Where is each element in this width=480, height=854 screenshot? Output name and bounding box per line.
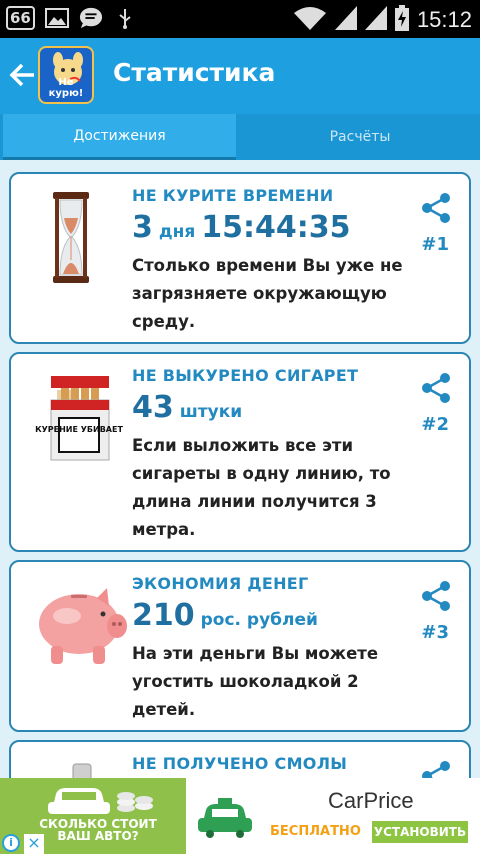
photo-icon [44,7,69,29]
piggy-bank-image [31,578,131,674]
tab-bar: Достижения Расчёты [0,114,480,160]
value-unit: штуки [179,402,243,422]
value-time: 15:44:35 [201,210,351,245]
cigarette-pack-image: КУРЕНИЕ УБИВАЕТ [31,370,131,466]
achievements-list[interactable]: НЕ КУРИТЕ ВРЕМЕНИ 3 дня 15:44:35 Столько в… [0,160,480,778]
ad-info-icon[interactable]: i [2,834,20,852]
card-value: 210 рос. рублей [132,598,324,633]
app-logo: Не курю! [38,46,94,104]
value-number: 210 [132,598,195,633]
rank-label: #1 [421,234,449,255]
card-value: 43 штуки [132,390,248,425]
signal-icon-2 [364,6,387,34]
message-icon [79,7,103,29]
signal-icon [334,6,357,34]
value-number: 3 [132,210,153,245]
card-description: На эти деньги Вы можете угостить шоколад… [132,644,379,719]
card-title: ЭКОНОМИЯ ДЕНЕГ [132,574,309,593]
battery-charging-icon [394,5,409,35]
pack-warning-text: КУРЕНИЕ УБИВАЕТ [35,425,123,434]
carprice-app-icon[interactable] [188,782,262,852]
value-unit: рос. рублей [200,610,318,630]
wifi-icon [293,5,327,35]
share-icon[interactable] [421,580,453,612]
achievement-card[interactable]: НЕ КУРИТЕ ВРЕМЕНИ 3 дня 15:44:35 Столько в… [9,172,471,344]
back-arrow-icon[interactable] [8,60,36,90]
ad-banner[interactable]: СКОЛЬКО СТОИТ ВАШ АВТО? i × CarPrice БЕС… [0,778,480,854]
usb-icon [113,7,137,29]
clock: 15:12 [416,7,472,32]
logo-text: Не курю! [48,77,84,99]
share-icon[interactable] [421,192,453,224]
card-description: Если выложить все эти сигареты в одну ли… [132,436,391,539]
achievement-card[interactable]: КУРЕНИЕ УБИВАЕТ НЕ ВЫКУРЕНО СИГАРЕТ 43 шт… [9,352,471,552]
card-title: НЕ ПОЛУЧЕНО СМОЛЫ [132,754,348,773]
card-title: НЕ ВЫКУРЕНО СИГАРЕТ [132,366,359,385]
share-icon[interactable] [421,372,453,404]
status-bar: 66 15:12 [0,0,480,38]
ad-close-icon[interactable]: × [24,834,44,854]
hourglass-image [31,190,131,286]
card-title: НЕ КУРИТЕ ВРЕМЕНИ [132,186,334,205]
ad-free-label: БЕСПЛАТНО [270,824,361,839]
tab-achievements[interactable]: Достижения [3,114,236,160]
ad-headline: СКОЛЬКО СТОИТ ВАШ АВТО? [39,817,157,843]
tar-image [31,758,131,778]
card-value: 3 дня 15:44:35 [132,210,351,245]
notification-badge: 66 [6,6,35,30]
value-unit: дня [158,222,196,242]
app-bar: Не курю! Статистика [0,38,480,114]
page-title: Статистика [113,58,276,87]
ad-install-button[interactable]: УСТАНОВИТЬ [372,821,468,843]
rank-label: #3 [421,622,449,643]
achievement-card[interactable]: НЕ ПОЛУЧЕНО СМОЛЫ [9,740,471,778]
achievement-card[interactable]: ЭКОНОМИЯ ДЕНЕГ 210 рос. рублей На эти ден… [9,560,471,732]
rank-label: #2 [421,414,449,435]
value-number: 43 [132,390,174,425]
share-icon[interactable] [421,760,453,778]
tab-calculations[interactable]: Расчёты [240,114,480,160]
card-description: Столько времени Вы уже не загрязняете ок… [132,256,403,331]
ad-app-name: CarPrice [328,788,414,813]
